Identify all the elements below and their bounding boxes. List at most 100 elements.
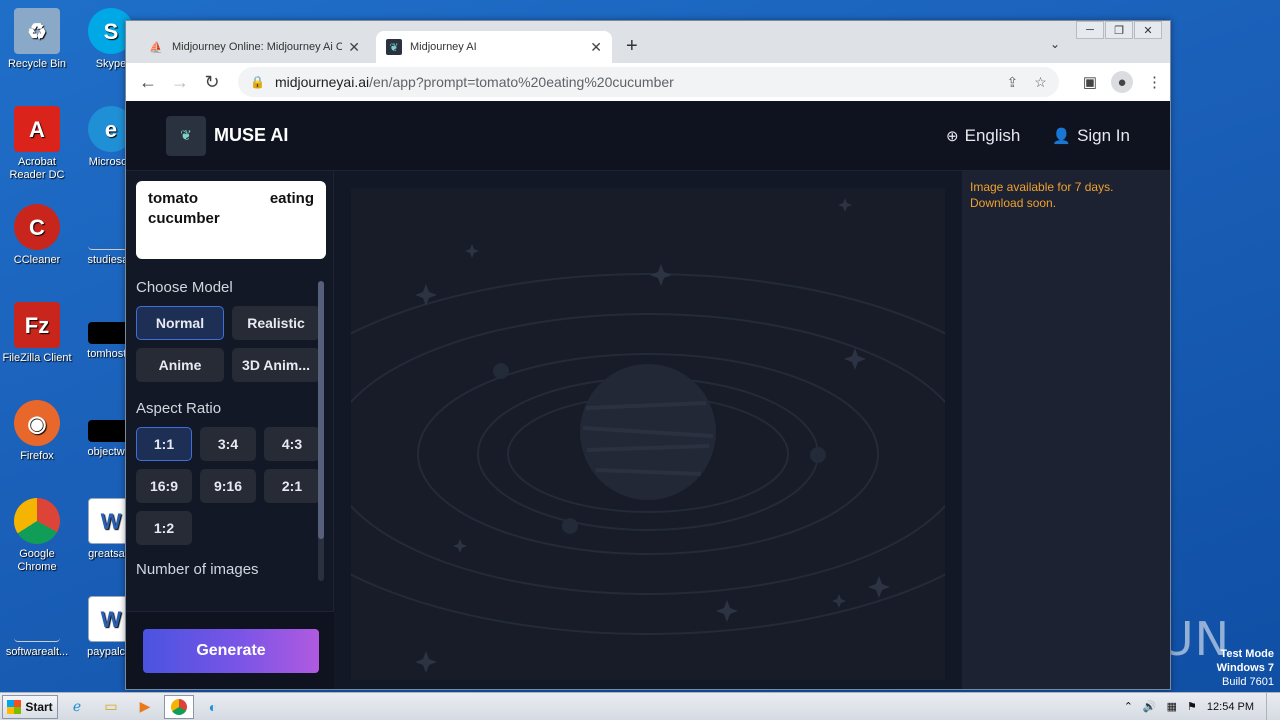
close-icon[interactable]: ✕ bbox=[348, 39, 360, 56]
chrome-icon bbox=[171, 698, 187, 715]
file-icon bbox=[14, 596, 60, 642]
desktop-icon-label: softwarealt... bbox=[5, 646, 69, 658]
action-center-flag-icon[interactable]: ⚑ bbox=[1187, 700, 1197, 713]
ratio-1-1-button[interactable]: 1:1 bbox=[136, 427, 192, 461]
tray-expand-icon[interactable]: ⌃ bbox=[1124, 700, 1133, 713]
web-page: ❦ MUSE AI ⊕ English 👤 Sign In tomato eat… bbox=[126, 101, 1170, 689]
system-tray: ⌃ 🔊 ▦ ⚑ 12:54 PM bbox=[1124, 692, 1280, 720]
generate-button[interactable]: Generate bbox=[143, 629, 319, 673]
desktop-icon-label: Firefox bbox=[20, 450, 54, 462]
forward-button[interactable]: → bbox=[166, 68, 194, 96]
close-window-button[interactable]: ✕ bbox=[1134, 21, 1162, 39]
desktop-icon-recycle-bin[interactable]: ♻ Recycle Bin bbox=[0, 8, 74, 71]
user-icon: 👤 bbox=[1052, 127, 1072, 145]
number-of-images-title: Number of images bbox=[136, 561, 259, 578]
reload-button[interactable]: ↻ bbox=[198, 68, 226, 96]
address-bar[interactable]: 🔒 midjourneyai.ai/en/app?prompt=tomato%2… bbox=[238, 67, 1059, 97]
brand-name[interactable]: MUSE AI bbox=[214, 125, 288, 146]
new-tab-button[interactable]: + bbox=[626, 35, 638, 58]
firefox-icon: ◉ bbox=[14, 400, 60, 446]
os-line: Windows 7 bbox=[1216, 662, 1274, 674]
network-icon[interactable]: ▦ bbox=[1167, 700, 1177, 713]
model-options: Normal Realistic Anime 3D Anim... bbox=[136, 306, 326, 382]
clock[interactable]: 12:54 PM bbox=[1207, 701, 1254, 713]
ratio-2-1-button[interactable]: 2:1 bbox=[264, 469, 320, 503]
ratio-16-9-button[interactable]: 16:9 bbox=[136, 469, 192, 503]
desktop-icon-softwarealt[interactable]: softwarealt... bbox=[0, 596, 74, 659]
os-line: Build 7601 bbox=[1222, 676, 1274, 688]
desktop-icon-chrome[interactable]: Google Chrome bbox=[0, 498, 74, 574]
bookmark-star-icon[interactable]: ☆ bbox=[1034, 74, 1047, 91]
language-selector[interactable]: ⊕ English bbox=[946, 126, 1020, 146]
desktop-icon-label: Google Chrome bbox=[17, 548, 57, 573]
model-anime-button[interactable]: Anime bbox=[136, 348, 224, 382]
os-line: Test Mode bbox=[1220, 648, 1274, 660]
taskbar-edge-icon[interactable]: ◐ bbox=[198, 695, 228, 719]
back-button[interactable]: ← bbox=[134, 68, 162, 96]
aspect-ratio-options: 1:1 3:4 4:3 16:9 9:16 2:1 1:2 bbox=[136, 427, 326, 545]
taskbar-chrome-icon[interactable] bbox=[164, 694, 194, 719]
availability-notice: Image available for 7 days. Download soo… bbox=[970, 180, 1114, 210]
model-normal-button[interactable]: Normal bbox=[136, 306, 224, 340]
sign-in-link[interactable]: 👤 Sign In bbox=[1052, 126, 1130, 146]
show-desktop-button[interactable] bbox=[1266, 692, 1280, 720]
tab-midjourney-ai[interactable]: ❦ Midjourney AI ✕ bbox=[376, 31, 612, 63]
ratio-9-16-button[interactable]: 9:16 bbox=[200, 469, 256, 503]
ccleaner-icon: C bbox=[14, 204, 60, 250]
scrollbar-thumb[interactable] bbox=[318, 281, 324, 539]
close-icon[interactable]: ✕ bbox=[590, 39, 602, 56]
toolbar-right: ▣ ● ⋮ bbox=[1069, 71, 1162, 93]
profile-avatar-icon[interactable]: ● bbox=[1111, 71, 1133, 93]
ratio-1-2-button[interactable]: 1:2 bbox=[136, 511, 192, 545]
desktop-icon-label: CCleaner bbox=[13, 254, 61, 266]
filezilla-icon: Fz bbox=[14, 302, 60, 348]
browser-window: ⛵ Midjourney Online: Midjourney Ai On ✕ … bbox=[125, 20, 1171, 690]
taskbar-ie-icon[interactable]: ℯ bbox=[62, 695, 92, 719]
lock-icon[interactable]: 🔒 bbox=[250, 75, 265, 89]
tab-title: Midjourney Online: Midjourney Ai On bbox=[172, 41, 343, 53]
desktop-icon-ccleaner[interactable]: C CCleaner bbox=[0, 204, 74, 267]
generate-bar: Generate bbox=[126, 611, 334, 689]
desktop-icon-firefox[interactable]: ◉ Firefox bbox=[0, 400, 74, 463]
tab-midjourney-online[interactable]: ⛵ Midjourney Online: Midjourney Ai On ✕ bbox=[138, 31, 370, 63]
prompt-input[interactable]: tomato eating cucumber bbox=[136, 181, 326, 259]
settings-scrollbar[interactable] bbox=[318, 281, 324, 581]
desktop-icon-acrobat[interactable]: A Acrobat Reader DC bbox=[0, 106, 74, 182]
muse-logo-icon[interactable]: ❦ bbox=[166, 115, 206, 156]
window-controls: ─ ❐ ✕ bbox=[1075, 21, 1162, 39]
share-icon[interactable]: ⇪ bbox=[1007, 74, 1019, 91]
maximize-button[interactable]: ❐ bbox=[1105, 21, 1133, 39]
model-3d-animation-button[interactable]: 3D Anim... bbox=[232, 348, 320, 382]
desktop-icon-label: Recycle Bin bbox=[7, 58, 67, 70]
tab-strip: ⛵ Midjourney Online: Midjourney Ai On ✕ … bbox=[126, 21, 1170, 63]
windows-logo-icon bbox=[7, 699, 22, 714]
url-host: midjourneyai.ai bbox=[274, 74, 370, 90]
os-info: Test Mode Windows 7 Build 7601 bbox=[1217, 647, 1274, 689]
taskbar: Start ℯ ▭ ▶ ◐ ⌃ 🔊 ▦ ⚑ 12:54 PM bbox=[0, 692, 1280, 720]
image-placeholder bbox=[351, 188, 945, 680]
choose-model-title: Choose Model bbox=[136, 279, 233, 296]
settings-scroll[interactable]: Choose Model Normal Realistic Anime 3D A… bbox=[136, 279, 326, 579]
model-realistic-button[interactable]: Realistic bbox=[232, 306, 320, 340]
side-panel-icon[interactable]: ▣ bbox=[1083, 73, 1097, 91]
recycle-bin-icon: ♻ bbox=[14, 8, 60, 54]
omnibox-actions: ⇪ ☆ bbox=[991, 74, 1047, 91]
menu-kebab-icon[interactable]: ⋮ bbox=[1147, 73, 1162, 91]
desktop-icon-label: FileZilla Client bbox=[2, 352, 72, 364]
settings-panel: tomato eating cucumber Choose Model Norm… bbox=[126, 171, 334, 689]
browser-toolbar: ← → ↻ 🔒 midjourneyai.ai/en/app?prompt=to… bbox=[126, 63, 1170, 101]
ratio-4-3-button[interactable]: 4:3 bbox=[264, 427, 320, 461]
chevron-down-icon[interactable]: ⌄ bbox=[1050, 37, 1060, 51]
volume-icon[interactable]: 🔊 bbox=[1143, 700, 1157, 713]
sign-in-label: Sign In bbox=[1077, 125, 1130, 145]
taskbar-explorer-icon[interactable]: ▭ bbox=[96, 695, 126, 719]
start-button[interactable]: Start bbox=[2, 694, 58, 719]
minimize-button[interactable]: ─ bbox=[1076, 21, 1104, 39]
result-panel: Image available for 7 days. Download soo… bbox=[962, 171, 1170, 689]
ratio-3-4-button[interactable]: 3:4 bbox=[200, 427, 256, 461]
globe-icon: ⊕ bbox=[946, 127, 959, 145]
desktop-icon-filezilla[interactable]: Fz FileZilla Client bbox=[0, 302, 74, 365]
aspect-ratio-title: Aspect Ratio bbox=[136, 400, 222, 417]
taskbar-media-player-icon[interactable]: ▶ bbox=[130, 695, 160, 719]
start-label: Start bbox=[25, 699, 53, 714]
